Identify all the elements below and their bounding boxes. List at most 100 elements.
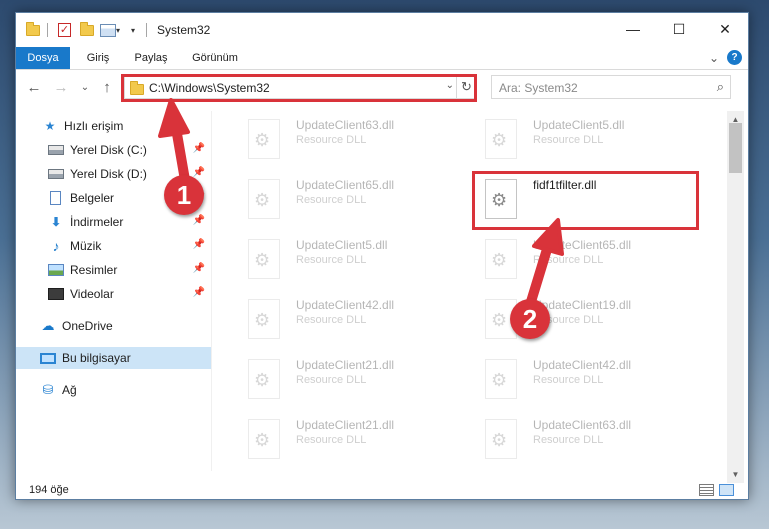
quick-access-folder-icon[interactable]	[26, 21, 40, 39]
pin-icon[interactable]: 📌	[193, 287, 205, 298]
sidebar-item-label: Belgeler	[70, 191, 115, 205]
search-box[interactable]: Ara: System32 ⌕	[491, 75, 731, 99]
quick-access-separator	[47, 21, 48, 39]
file-type: Resource DLL	[296, 254, 367, 266]
file-item[interactable]: UpdateClient65.dll Resource DLL	[475, 231, 700, 283]
file-item[interactable]: UpdateClient19.dll Resource DLL	[475, 291, 700, 343]
document-icon	[50, 191, 61, 205]
computer-icon	[40, 352, 56, 364]
minimize-button[interactable]: —	[610, 13, 656, 45]
file-name: UpdateClient5.dll	[296, 238, 388, 252]
step-1-badge: 1	[164, 175, 204, 215]
dll-file-icon	[248, 359, 280, 399]
toolbar-dropdown-icon[interactable]: ▾	[131, 21, 135, 39]
tab-file[interactable]: Dosya	[16, 47, 70, 69]
expand-ribbon-icon[interactable]: ⌄	[709, 51, 719, 65]
file-item[interactable]: UpdateClient42.dll Resource DLL	[238, 291, 463, 343]
file-name: UpdateClient63.dll	[296, 118, 395, 132]
pin-icon[interactable]: 📌	[193, 143, 205, 154]
file-name: UpdateClient21.dll	[296, 418, 395, 432]
video-icon	[48, 288, 64, 300]
address-bar-highlight	[121, 74, 477, 102]
dll-file-icon	[248, 119, 280, 159]
file-item[interactable]: UpdateClient63.dll Resource DLL	[238, 111, 463, 163]
scrollbar-thumb[interactable]	[729, 123, 742, 173]
dll-file-icon	[248, 419, 280, 459]
file-type: Resource DLL	[533, 254, 604, 266]
sidebar-item-local-disk-c[interactable]: Yerel Disk (C:) 📌	[16, 139, 211, 161]
sidebar-item-label: Yerel Disk (D:)	[70, 167, 147, 181]
up-button[interactable]: ↑	[98, 78, 116, 98]
sidebar-item-label: Resimler	[70, 263, 118, 277]
sidebar-item-this-pc[interactable]: Bu bilgisayar	[16, 347, 211, 369]
window-title: System32	[157, 23, 211, 37]
sidebar-item-label: Videolar	[70, 287, 114, 301]
ribbon-tabs: Dosya Giriş Paylaş Görünüm ⌄ ?	[16, 47, 748, 69]
music-icon: ♪	[52, 238, 60, 254]
step-2-badge: 2	[510, 299, 550, 339]
file-type: Resource DLL	[296, 134, 367, 146]
dll-file-icon	[248, 179, 280, 219]
sidebar-item-quick-access[interactable]: ★ Hızlı erişim	[16, 115, 211, 137]
title-bar: ✓ ▾ ▾ System32 — ☐ ✕	[16, 13, 748, 47]
network-icon: ⛁	[42, 382, 54, 397]
sidebar-item-pictures[interactable]: Resimler 📌	[16, 259, 211, 281]
file-type: Resource DLL	[296, 374, 367, 386]
file-name: UpdateClient65.dll	[533, 238, 632, 252]
customize-toolbar-icon[interactable]: ▾	[100, 21, 120, 39]
tab-view[interactable]: Görünüm	[186, 47, 244, 69]
vertical-scrollbar[interactable]: ▲ ▼	[727, 111, 744, 483]
sidebar-item-label: Bu bilgisayar	[62, 351, 131, 365]
details-view-icon[interactable]	[699, 484, 714, 496]
download-icon: ⬇	[50, 215, 62, 229]
dll-file-icon	[485, 119, 517, 159]
ribbon-divider	[16, 69, 748, 70]
file-item[interactable]: UpdateClient42.dll Resource DLL	[475, 351, 700, 403]
file-list: UpdateClient63.dll Resource DLL UpdateCl…	[228, 111, 725, 471]
file-type: Resource DLL	[296, 434, 367, 446]
pin-icon[interactable]: 📌	[193, 263, 205, 274]
dll-file-icon	[485, 419, 517, 459]
sidebar-item-videos[interactable]: Videolar 📌	[16, 283, 211, 305]
file-item[interactable]: UpdateClient63.dll Resource DLL	[475, 411, 700, 463]
recent-locations-button[interactable]: ⌄	[76, 78, 94, 98]
drive-icon	[48, 145, 64, 155]
pin-icon[interactable]: 📌	[193, 215, 205, 226]
navigation-pane: ★ Hızlı erişim Yerel Disk (C:) 📌 Yerel D…	[16, 111, 211, 471]
pictures-icon	[48, 264, 64, 276]
file-item[interactable]: UpdateClient65.dll Resource DLL	[238, 171, 463, 223]
search-placeholder[interactable]: Ara: System32	[499, 81, 578, 95]
title-separator	[146, 21, 147, 39]
tab-home[interactable]: Giriş	[78, 47, 118, 69]
sidebar-item-onedrive[interactable]: ☁ OneDrive	[16, 315, 211, 337]
sidebar-item-label: OneDrive	[62, 319, 113, 333]
sidebar-item-label: Hızlı erişim	[64, 119, 124, 133]
file-name: UpdateClient42.dll	[533, 358, 632, 372]
search-icon[interactable]: ⌕	[717, 79, 724, 95]
dll-file-icon	[248, 239, 280, 279]
pane-divider[interactable]	[211, 111, 212, 471]
sidebar-item-label: İndirmeler	[70, 215, 124, 229]
file-item[interactable]: UpdateClient21.dll Resource DLL	[238, 411, 463, 463]
maximize-button[interactable]: ☐	[656, 13, 702, 45]
close-button[interactable]: ✕	[702, 13, 748, 45]
pin-icon[interactable]: 📌	[193, 239, 205, 250]
item-count: 194 öğe	[29, 484, 69, 496]
file-item[interactable]: UpdateClient5.dll Resource DLL	[238, 231, 463, 283]
help-icon[interactable]: ?	[727, 50, 742, 65]
forward-button[interactable]: →	[52, 78, 70, 98]
back-button[interactable]: ←	[25, 78, 43, 98]
file-item[interactable]: UpdateClient5.dll Resource DLL	[475, 111, 700, 163]
sidebar-item-music[interactable]: ♪ Müzik 📌	[16, 235, 211, 257]
file-type: Resource DLL	[533, 134, 604, 146]
pin-icon[interactable]: 📌	[193, 167, 205, 178]
file-item[interactable]: UpdateClient21.dll Resource DLL	[238, 351, 463, 403]
file-type: Resource DLL	[296, 314, 367, 326]
properties-check-icon[interactable]: ✓	[58, 21, 71, 39]
large-icons-view-icon[interactable]	[719, 484, 734, 496]
sidebar-item-network[interactable]: ⛁ Ağ	[16, 379, 211, 401]
tab-share[interactable]: Paylaş	[128, 47, 174, 69]
new-folder-icon[interactable]	[80, 21, 94, 39]
file-name: UpdateClient63.dll	[533, 418, 632, 432]
file-name: UpdateClient5.dll	[533, 118, 625, 132]
